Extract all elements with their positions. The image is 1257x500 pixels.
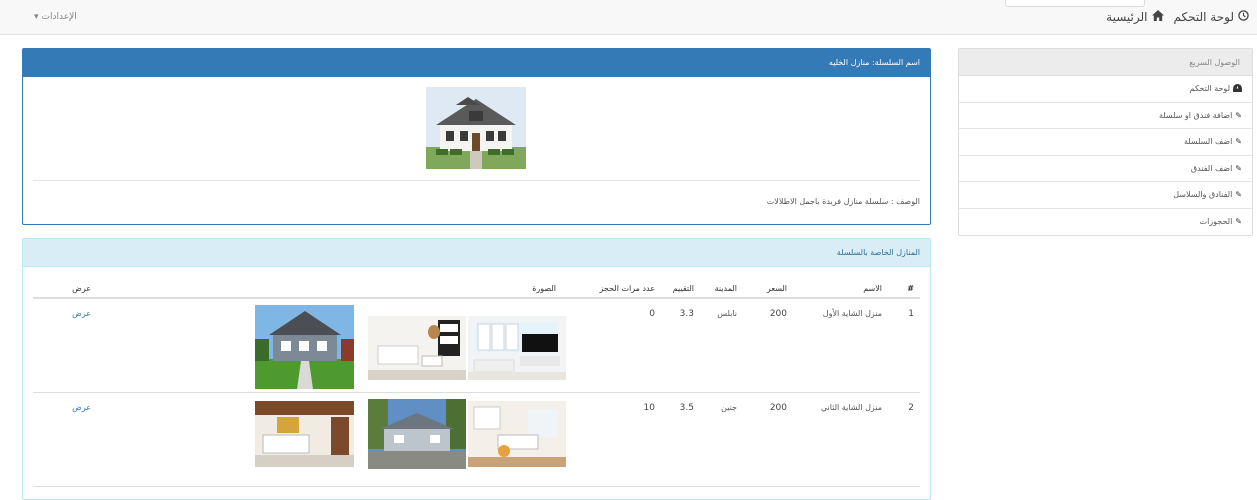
settings-label: الإعدادات [41,12,77,22]
pencil-icon: ✎ [1235,190,1242,200]
sidebar-item-add-chain[interactable]: ✎ اضف السلسلة [959,129,1252,156]
chain-title: اسم السلسلة: منازل الخليه [23,49,930,77]
col-num: # [907,284,914,293]
table-row: 1 منزل الشاية الأول 200 نابلس 3.3 0 عرض [33,299,920,393]
col-view: عرض [72,284,91,293]
house-photo [255,305,354,389]
col-price: السعر [766,284,787,293]
sidebar-item-label: اضف السلسلة [1183,137,1233,147]
sidebar-item-label: الحجوزات [1199,217,1233,227]
pencil-icon: ✎ [1235,137,1242,147]
house-photo [255,401,354,467]
chain-description: الوصف : سلسلة منازل فريدة باجمل الاطلالا… [766,197,920,206]
row-num: 2 [908,403,914,413]
house-photo [368,399,466,469]
sidebar-item-add-hotel[interactable]: ✎ اضف الفندق [959,156,1252,182]
sidebar-item-bookings[interactable]: ✎ الحجوزات [959,209,1252,236]
sidebar-item-label: اضف الفندق [1190,163,1233,173]
settings-dropdown[interactable]: الإعدادات ▾ [34,12,77,22]
house-name: منزل الشاية الثاني [820,403,882,412]
top-search-box[interactable] [1005,0,1145,7]
pencil-icon: ✎ [1235,110,1242,120]
table-row: 2 منزل الشاية الثاني 200 جنين 3.5 10 عرض [33,393,920,487]
house-city: جنين [721,403,737,412]
clock-icon [1238,10,1249,24]
chain-info-panel: اسم السلسلة: منازل الخليه الوصف : سلسلة … [22,48,931,225]
view-link[interactable]: عرض [72,309,91,318]
sidebar-item-hotels-and-chains[interactable]: ✎ الفنادق والسلاسل [959,182,1252,209]
houses-panel-title: المنازل الخاصة بالسلسلة [23,239,930,267]
col-bookings: عدد مرات الحجز [599,284,655,293]
house-city: نابلس [717,309,737,318]
col-image: الصورة [532,284,556,293]
sidebar-item-add-hotel-or-chain[interactable]: ✎ اضافة فندق او سلسلة [959,103,1252,129]
house-photo [468,401,566,467]
house-price: 200 [769,403,787,413]
home-link[interactable]: الرئيسية [1106,10,1147,24]
quick-access-title: الوصول السريع [959,49,1252,76]
sidebar-item-label: الفنادق والسلاسل [1173,190,1233,200]
house-photo [468,316,566,380]
sidebar-item-dashboard[interactable]: لوحة التحكم [959,76,1252,103]
divider [33,180,920,181]
house-photo [368,316,466,380]
house-rating: 3.3 [679,309,694,319]
sidebar-item-label: اضافة فندق او سلسلة [1158,110,1233,120]
pencil-icon: ✎ [1235,163,1242,173]
col-rating: التقييم [672,284,694,293]
view-link[interactable]: عرض [72,403,91,412]
house-name: منزل الشاية الأول [822,309,882,318]
quick-access-panel: الوصول السريع لوحة التحكم ✎ اضافة فندق ا… [958,48,1253,236]
chain-image [426,87,526,169]
dashboard-icon [1233,83,1242,94]
pencil-icon: ✎ [1235,217,1242,227]
top-navbar: لوحة التحكم الرئيسية الإعدادات ▾ [0,0,1257,35]
caret-down-icon: ▾ [34,12,39,22]
house-bookings: 10 [643,403,655,413]
house-bookings: 0 [649,309,655,319]
chain-houses-panel: المنازل الخاصة بالسلسلة # الاسم السعر ال… [22,238,931,500]
col-name: الاسم [863,284,882,293]
table-header: # الاسم السعر المدينة التقييم عدد مرات ا… [33,277,920,299]
breadcrumb: لوحة التحكم الرئيسية [1106,10,1249,24]
sidebar-item-label: لوحة التحكم [1189,84,1230,94]
house-rating: 3.5 [679,403,694,413]
dashboard-link[interactable]: لوحة التحكم [1174,10,1235,24]
home-icon [1151,10,1164,24]
col-city: المدينة [714,284,737,293]
house-price: 200 [769,309,787,319]
houses-table: # الاسم السعر المدينة التقييم عدد مرات ا… [33,277,920,487]
row-num: 1 [908,309,914,319]
